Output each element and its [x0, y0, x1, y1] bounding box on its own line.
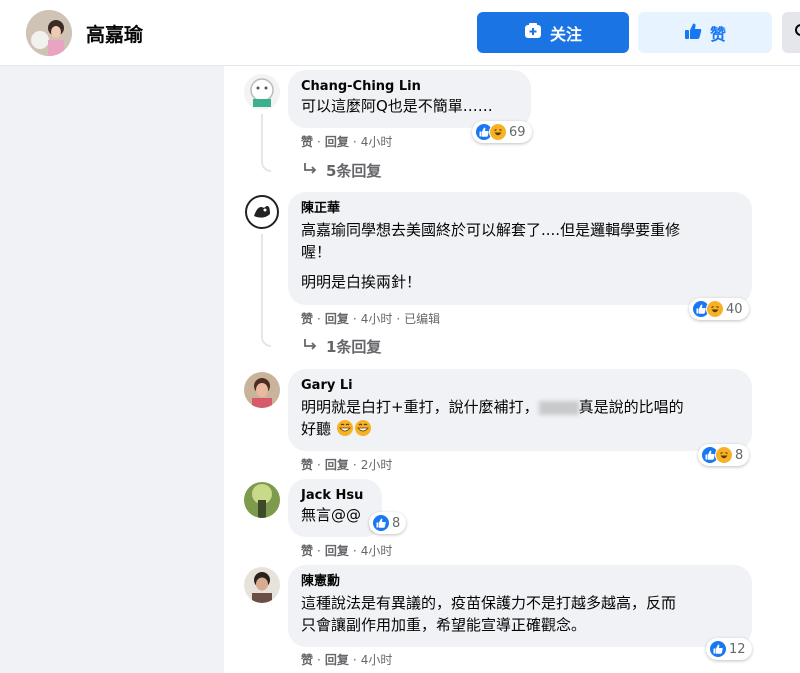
- comment-text: 無言@@: [301, 506, 362, 524]
- page-header: 高嘉瑜 关注 赞: [0, 0, 800, 66]
- like-comment-button[interactable]: 赞: [301, 133, 313, 150]
- like-comment-button[interactable]: 赞: [301, 651, 313, 668]
- comment-actions: 赞 · 回复 · 2小时: [301, 456, 393, 473]
- page-avatar[interactable]: [26, 10, 72, 56]
- reaction-count: 12: [729, 641, 746, 657]
- reply-button[interactable]: 回复: [325, 133, 349, 150]
- haha-reaction-icon: [715, 446, 733, 464]
- comment-bubble: Gary Li 明明就是白打+重打，說什麼補打， 真是說的比唱的 好聽: [288, 369, 752, 451]
- thumbs-up-icon: [684, 22, 702, 44]
- comment-author[interactable]: 陳正華: [301, 200, 740, 217]
- comments-section: Chang-Ching Lin 可以這麼阿Q也是不簡單…… 69 赞 · 回复 …: [224, 66, 800, 673]
- blurred-text: [538, 400, 579, 415]
- comment-timestamp[interactable]: 4小时: [361, 651, 393, 668]
- reply-arrow-icon: [302, 338, 318, 356]
- more-button[interactable]: [782, 12, 800, 53]
- comment-actions: 赞 · 回复 · 4小时 · 已编辑: [301, 310, 441, 327]
- avatar[interactable]: [244, 482, 280, 518]
- comment-author[interactable]: Chang-Ching Lin: [301, 78, 519, 95]
- like-page-label: 赞: [709, 24, 726, 44]
- comment-author[interactable]: 陳憲勳: [301, 573, 740, 590]
- comment-bubble: 陳憲勳 這種說法是有異議的，疫苗保護力不是打越多越高，反而 只會讓副作用加重，希…: [288, 565, 752, 647]
- comment-actions: 赞 · 回复 · 4小时: [301, 542, 393, 559]
- reaction-summary[interactable]: 8: [698, 444, 750, 466]
- like-comment-button[interactable]: 赞: [301, 456, 313, 473]
- like-comment-button[interactable]: 赞: [301, 542, 313, 559]
- comment-timestamp[interactable]: 4小时: [361, 133, 393, 150]
- replies-label: 1条回复: [326, 338, 382, 356]
- avatar[interactable]: [244, 194, 280, 230]
- reaction-count: 69: [509, 124, 526, 140]
- avatar[interactable]: [244, 567, 280, 603]
- like-reaction-icon: [372, 514, 390, 532]
- reply-arrow-icon: [302, 162, 318, 180]
- reaction-count: 8: [392, 515, 401, 531]
- haha-reaction-icon: [706, 300, 724, 318]
- reaction-count: 8: [735, 447, 744, 463]
- haha-reaction-icon: [489, 123, 507, 141]
- view-replies-link[interactable]: 5条回复: [302, 160, 381, 181]
- comment-actions: 赞 · 回复 · 4小时: [301, 133, 393, 150]
- avatar[interactable]: [244, 372, 280, 408]
- page-title[interactable]: 高嘉瑜: [86, 20, 143, 47]
- comment-bubble: 陳正華 高嘉瑜同學想去美國終於可以解套了....但是邏輯學要重修 喔！ 明明是白…: [288, 192, 752, 305]
- comment-bubble: Chang-Ching Lin 可以這麼阿Q也是不簡單……: [288, 70, 531, 128]
- comment-timestamp[interactable]: 4小时: [361, 310, 393, 327]
- comment-actions: 赞 · 回复 · 4小时: [301, 651, 393, 668]
- comment-timestamp[interactable]: 4小时: [361, 542, 393, 559]
- like-comment-button[interactable]: 赞: [301, 310, 313, 327]
- comment-author[interactable]: Jack Hsu: [301, 487, 370, 504]
- follow-label: 关注: [549, 24, 582, 44]
- comment-text: 高嘉瑜同學想去美國終於可以解套了....但是邏輯學要重修 喔！: [301, 221, 681, 261]
- avatar[interactable]: [244, 74, 280, 110]
- comment-bubble: Jack Hsu 無言@@: [288, 479, 382, 537]
- reaction-summary[interactable]: 8: [369, 512, 407, 534]
- reply-button[interactable]: 回复: [325, 542, 349, 559]
- like-page-button[interactable]: 赞: [638, 12, 772, 53]
- comment-text: 可以這麼阿Q也是不簡單……: [301, 97, 493, 115]
- grin-emoji-icon: [336, 420, 354, 438]
- reaction-count: 40: [726, 301, 743, 317]
- reaction-summary[interactable]: 40: [689, 298, 749, 320]
- view-replies-link[interactable]: 1条回复: [302, 336, 381, 357]
- comment-timestamp[interactable]: 2小时: [361, 456, 393, 473]
- comment-text: 明明就是白打+重打，說什麼補打， 真是說的比唱的 好聽: [301, 398, 684, 438]
- reply-button[interactable]: 回复: [325, 456, 349, 473]
- grin-emoji-icon: [354, 420, 372, 438]
- reaction-summary[interactable]: 69: [472, 121, 532, 143]
- comment-text: 這種說法是有異議的，疫苗保護力不是打越多越高，反而 只會讓副作用加重，希望能宣導…: [301, 594, 677, 634]
- reaction-summary[interactable]: 12: [706, 638, 752, 660]
- thread-line: [261, 234, 271, 347]
- reply-button[interactable]: 回复: [325, 310, 349, 327]
- search-icon: [794, 23, 800, 43]
- edited-label: 已编辑: [404, 312, 441, 326]
- comment-text: 明明是白挨兩針！: [301, 273, 422, 291]
- thread-line: [261, 114, 271, 172]
- reply-button[interactable]: 回复: [325, 651, 349, 668]
- like-reaction-icon: [709, 640, 727, 658]
- follow-button[interactable]: 关注: [477, 12, 629, 53]
- add-friend-icon: [524, 22, 542, 44]
- replies-label: 5条回复: [326, 162, 382, 180]
- comment-author[interactable]: Gary Li: [301, 377, 740, 394]
